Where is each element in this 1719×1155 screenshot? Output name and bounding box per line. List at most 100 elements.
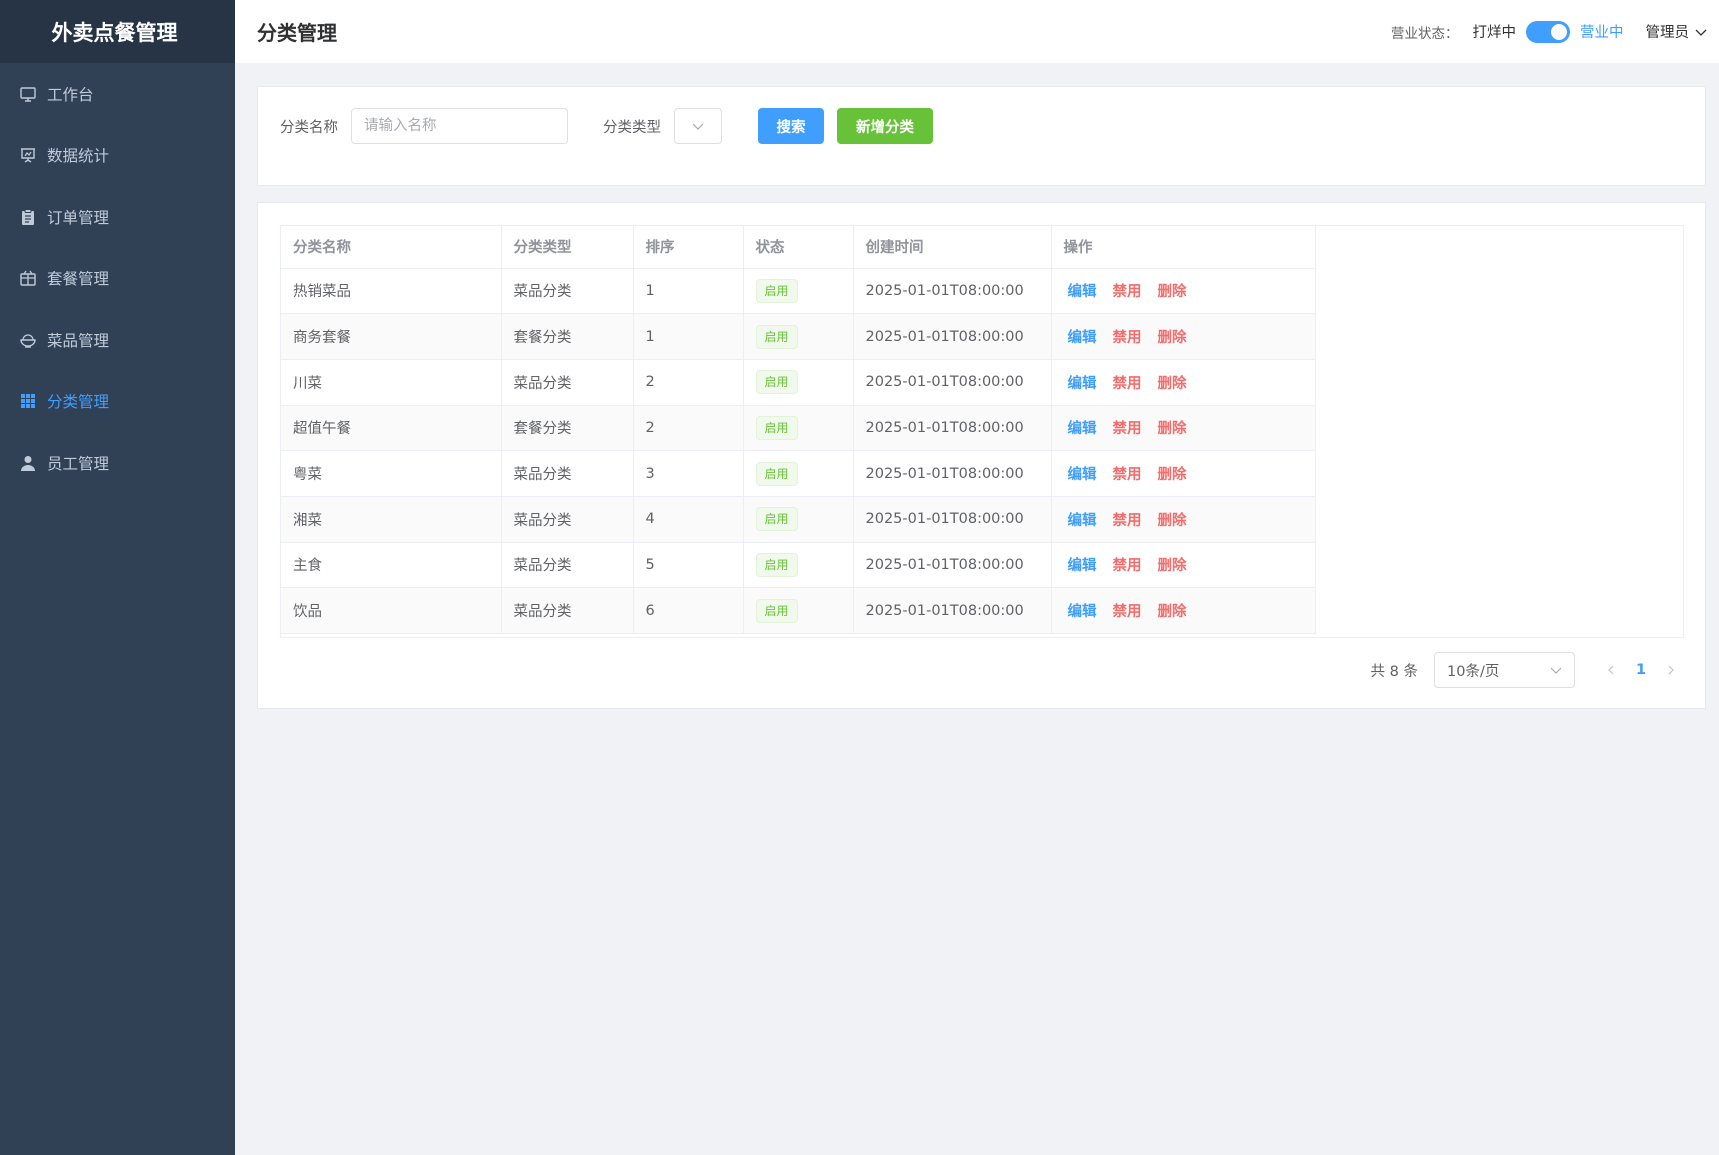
delete-button[interactable]: 删除 [1158,558,1187,574]
cell-actions: 编辑 禁用 删除 [1051,542,1316,589]
chevron-down-icon [1695,29,1707,36]
cell-status: 启用 [743,542,854,589]
cell-status: 启用 [743,496,854,543]
delete-button[interactable]: 删除 [1158,376,1187,392]
status-open-label: 营业中 [1580,25,1624,41]
cell-actions: 编辑 禁用 删除 [1051,359,1316,406]
user-dropdown[interactable]: 管理员 [1646,21,1708,42]
sidebar-item-6[interactable]: 员工管理 [0,432,235,494]
sidebar-item-label: 分类管理 [47,393,110,412]
monitor-icon [19,85,37,103]
cell-name: 粤菜 [281,450,502,497]
cell-created: 2025-01-01T08:00:00 [853,359,1052,406]
box-icon [19,269,37,287]
cell-status: 启用 [743,405,854,452]
edit-button[interactable]: 编辑 [1068,558,1097,574]
delete-button[interactable]: 删除 [1158,467,1187,483]
sidebar-item-label: 套餐管理 [47,270,110,289]
search-button[interactable]: 搜索 [758,108,824,144]
sidebar-item-0[interactable]: 工作台 [0,63,235,125]
category-name-input[interactable] [351,108,568,144]
cell-created: 2025-01-01T08:00:00 [853,268,1052,315]
cell-sort: 1 [633,268,744,315]
business-status-toggle[interactable] [1526,20,1570,43]
table-row: 粤菜 菜品分类 3 启用 2025-01-01T08:00:00 编辑 禁用 删除 [281,450,1316,497]
cell-created: 2025-01-01T08:00:00 [853,405,1052,452]
page-number-current[interactable]: 1 [1633,662,1649,678]
cell-type: 菜品分类 [501,542,634,589]
disable-button[interactable]: 禁用 [1113,284,1142,300]
page-size-value: 10条/页 [1447,663,1500,680]
table-row: 主食 菜品分类 5 启用 2025-01-01T08:00:00 编辑 禁用 删除 [281,542,1316,589]
cell-type: 菜品分类 [501,450,634,497]
app-logo-title: 外卖点餐管理 [0,0,235,63]
sidebar-item-1[interactable]: 数据统计 [0,125,235,187]
cell-type: 套餐分类 [501,313,634,360]
sidebar-menu: 工作台数据统计订单管理套餐管理菜品管理分类管理员工管理 [0,63,235,494]
sidebar-item-label: 数据统计 [47,147,110,166]
disable-button[interactable]: 禁用 [1113,558,1142,574]
column-header-sort: 排序 [633,226,744,269]
cell-name: 川菜 [281,359,502,406]
cell-actions: 编辑 禁用 删除 [1051,268,1316,315]
column-header-name: 分类名称 [281,226,502,269]
disable-button[interactable]: 禁用 [1113,330,1142,346]
page-size-select[interactable]: 10条/页 [1434,652,1575,688]
cell-status: 启用 [743,450,854,497]
add-category-button[interactable]: 新增分类 [837,108,933,144]
delete-button[interactable]: 删除 [1158,330,1187,346]
cell-status: 启用 [743,587,854,634]
edit-button[interactable]: 编辑 [1068,421,1097,437]
sidebar: 外卖点餐管理 工作台数据统计订单管理套餐管理菜品管理分类管理员工管理 [0,0,235,1155]
edit-button[interactable]: 编辑 [1068,467,1097,483]
edit-button[interactable]: 编辑 [1068,284,1097,300]
grid-icon [19,392,37,410]
edit-button[interactable]: 编辑 [1068,604,1097,620]
disable-button[interactable]: 禁用 [1113,376,1142,392]
cell-actions: 编辑 禁用 删除 [1051,405,1316,452]
disable-button[interactable]: 禁用 [1113,421,1142,437]
table-row: 饮品 菜品分类 6 启用 2025-01-01T08:00:00 编辑 禁用 删除 [281,587,1316,634]
user-icon [19,454,37,472]
table-header-row: 分类名称 分类类型 排序 状态 创建时间 操作 [281,226,1316,269]
disable-button[interactable]: 禁用 [1113,467,1142,483]
cell-created: 2025-01-01T08:00:00 [853,542,1052,589]
table-row: 商务套餐 套餐分类 1 启用 2025-01-01T08:00:00 编辑 禁用 删除 [281,313,1316,360]
cell-created: 2025-01-01T08:00:00 [853,313,1052,360]
cell-sort: 4 [633,496,744,543]
disable-button[interactable]: 禁用 [1113,513,1142,529]
status-closed-label: 打烊中 [1472,25,1517,41]
delete-button[interactable]: 删除 [1158,284,1187,300]
edit-button[interactable]: 编辑 [1068,330,1097,346]
disable-button[interactable]: 禁用 [1113,604,1142,620]
cell-type: 套餐分类 [501,405,634,452]
column-header-actions: 操作 [1051,226,1316,269]
cell-actions: 编辑 禁用 删除 [1051,496,1316,543]
table-card: 分类名称 分类类型 排序 状态 创建时间 操作 热销菜品 菜品分类 1 启用 2025-… [257,202,1706,709]
sidebar-item-3[interactable]: 套餐管理 [0,248,235,310]
next-page-button[interactable] [1659,665,1683,675]
delete-button[interactable]: 删除 [1158,421,1187,437]
chevron-down-icon [1550,667,1562,674]
status-badge: 启用 [755,324,798,349]
cell-created: 2025-01-01T08:00:00 [853,587,1052,634]
cell-name: 主食 [281,542,502,589]
cell-name: 超值午餐 [281,405,502,452]
prev-page-button[interactable] [1599,665,1623,675]
sidebar-item-label: 工作台 [47,85,94,104]
delete-button[interactable]: 删除 [1158,604,1187,620]
cell-actions: 编辑 禁用 删除 [1051,313,1316,360]
column-header-status: 状态 [743,226,854,269]
cell-type: 菜品分类 [501,359,634,406]
delete-button[interactable]: 删除 [1158,513,1187,529]
sidebar-item-2[interactable]: 订单管理 [0,186,235,248]
category-name-label: 分类名称 [280,119,338,136]
cell-sort: 5 [633,542,744,589]
cell-sort: 1 [633,313,744,360]
status-badge: 启用 [755,415,798,440]
category-type-select[interactable] [674,108,722,144]
sidebar-item-5[interactable]: 分类管理 [0,371,235,433]
edit-button[interactable]: 编辑 [1068,513,1097,529]
edit-button[interactable]: 编辑 [1068,376,1097,392]
sidebar-item-4[interactable]: 菜品管理 [0,309,235,371]
